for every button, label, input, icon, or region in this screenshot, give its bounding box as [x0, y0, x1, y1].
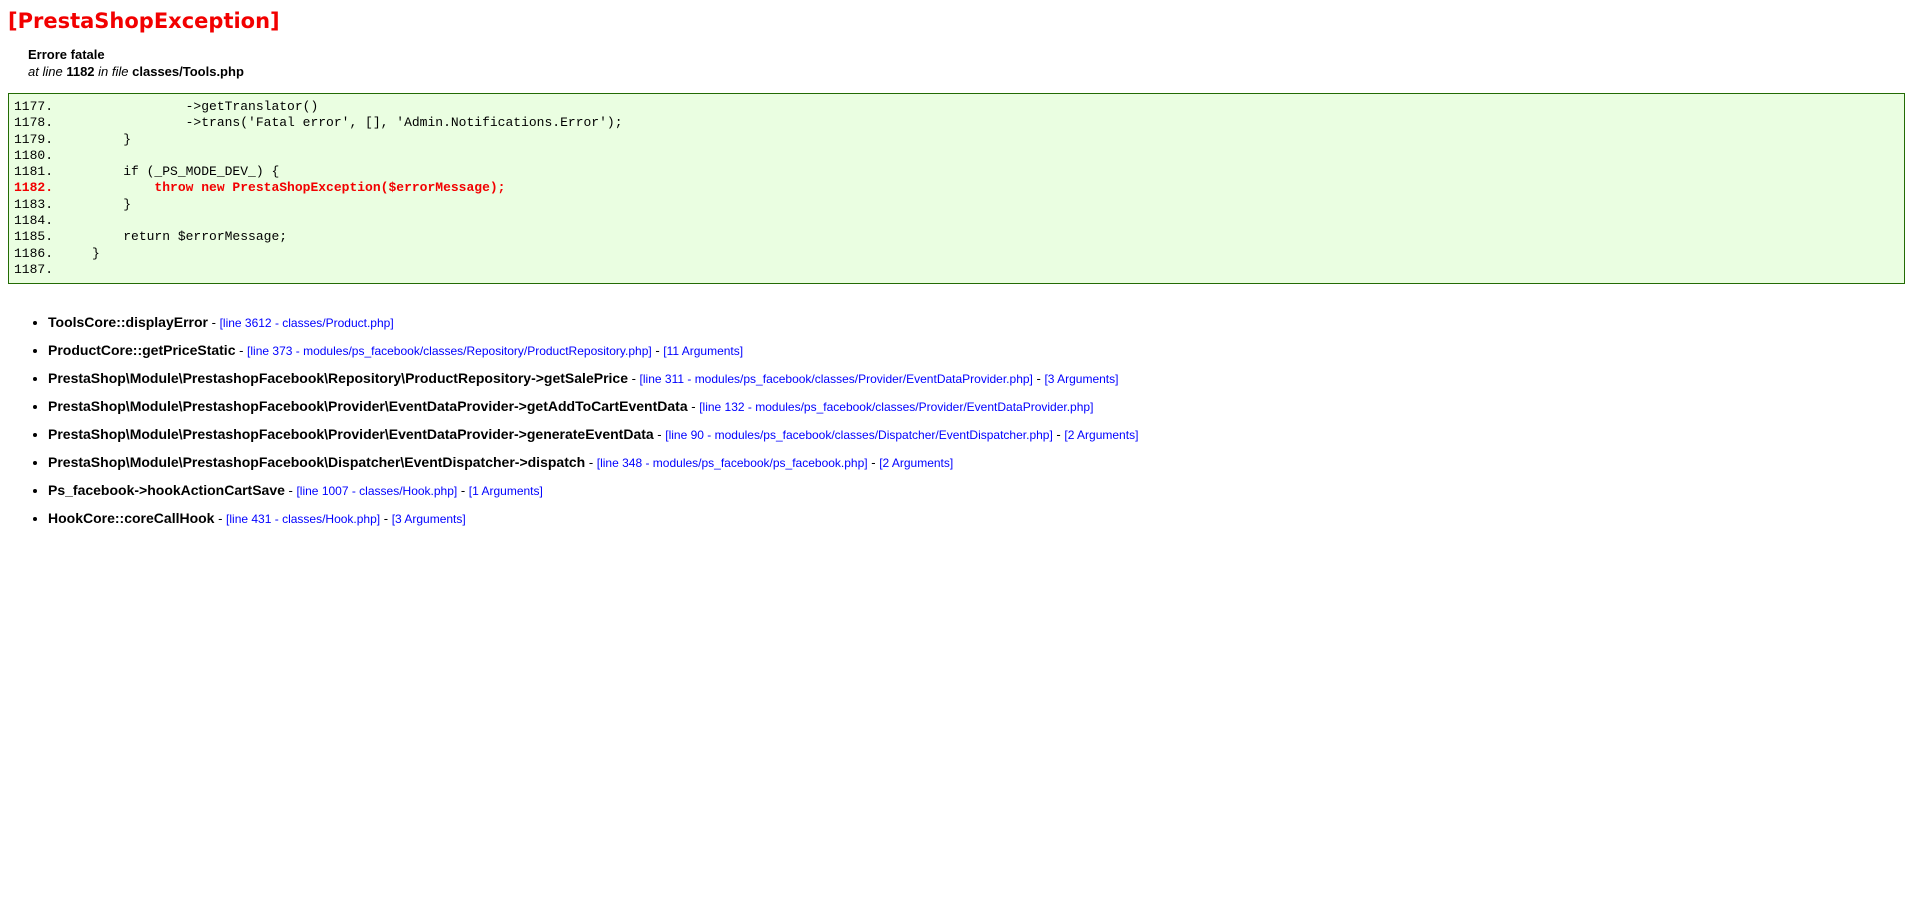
trace-function-name: Ps_facebook->hookActionCartSave [48, 482, 285, 499]
trace-function-name: ProductCore::getPriceStatic [48, 342, 236, 359]
code-line: 1185. return $errorMessage; [14, 229, 288, 245]
code-line-highlighted: 1182. throw new PrestaShopException($err… [14, 180, 506, 196]
separator: - [687, 399, 700, 415]
trace-file-link[interactable]: [line 90 - modules/ps_facebook/classes/D… [665, 428, 1053, 442]
separator: - [653, 427, 666, 443]
code-line: 1183. } [14, 196, 132, 212]
page-title: [PrestaShopException] [8, 9, 280, 33]
trace-args-link[interactable]: [3 Arguments] [1044, 372, 1118, 386]
separator: - [380, 511, 392, 527]
stack-trace-item: ToolsCore::displayError - [line 3612 - c… [48, 314, 1912, 332]
stack-trace-item: HookCore::coreCallHook - [line 431 - cla… [48, 510, 1912, 528]
trace-args-link[interactable]: [11 Arguments] [663, 344, 743, 358]
separator: - [585, 455, 597, 471]
separator: - [627, 371, 640, 387]
code-line: 1177. ->getTranslator() [14, 99, 319, 114]
separator: - [651, 343, 664, 359]
stack-trace-item: Ps_facebook->hookActionCartSave - [line … [48, 482, 1912, 500]
separator: - [867, 455, 880, 471]
stack-trace-item: PrestaShop\Module\PrestashopFacebook\Rep… [48, 370, 1912, 388]
trace-file-link[interactable]: [line 348 - modules/ps_facebook/ps_faceb… [597, 456, 868, 470]
at-line-label: at line [28, 64, 63, 79]
code-line: 1184. [14, 213, 54, 229]
stack-trace-item: PrestaShop\Module\PrestashopFacebook\Dis… [48, 454, 1912, 472]
code-line: 1187. [14, 261, 54, 277]
stack-trace-item: PrestaShop\Module\PrestashopFacebook\Pro… [48, 398, 1912, 416]
trace-function-name: PrestaShop\Module\PrestashopFacebook\Rep… [48, 370, 628, 387]
trace-file-link[interactable]: [line 1007 - classes/Hook.php] [296, 484, 457, 498]
trace-function-name: ToolsCore::displayError [48, 314, 208, 331]
trace-file-link[interactable]: [line 311 - modules/ps_facebook/classes/… [640, 372, 1033, 386]
code-line: 1179. } [14, 131, 132, 147]
separator: - [214, 511, 227, 527]
trace-function-name: PrestaShop\Module\PrestashopFacebook\Pro… [48, 426, 654, 443]
separator: - [284, 483, 297, 499]
error-message: Errore fatale [28, 47, 105, 62]
stack-trace-item: ProductCore::getPriceStatic - [line 373 … [48, 342, 1912, 360]
in-file-label: in file [98, 64, 129, 79]
error-file-path: classes/Tools.php [132, 64, 244, 79]
trace-args-link[interactable]: [1 Arguments] [469, 484, 543, 498]
trace-args-link[interactable]: [2 Arguments] [1064, 428, 1138, 442]
trace-file-link[interactable]: [line 373 - modules/ps_facebook/classes/… [247, 344, 652, 358]
code-excerpt: 1177. ->getTranslator() 1178. ->trans('F… [8, 93, 1905, 285]
exception-page: [PrestaShopException] Errore fatale at li… [8, 8, 1912, 528]
separator: - [457, 483, 469, 499]
separator: - [1032, 371, 1045, 387]
error-summary: Errore fatale at line 1182 in file classe… [8, 46, 1912, 80]
code-line: 1178. ->trans('Fatal error', [], 'Admin.… [14, 115, 623, 131]
error-line-number: 1182 [66, 64, 95, 79]
code-line: 1181. if (_PS_MODE_DEV_) { [14, 164, 280, 180]
code-line: 1186. } [14, 245, 100, 261]
trace-file-link[interactable]: [line 431 - classes/Hook.php] [226, 512, 380, 526]
trace-function-name: PrestaShop\Module\PrestashopFacebook\Pro… [48, 398, 688, 415]
stack-trace-item: PrestaShop\Module\PrestashopFacebook\Pro… [48, 426, 1912, 444]
separator: - [208, 315, 220, 331]
trace-args-link[interactable]: [3 Arguments] [392, 512, 466, 526]
trace-args-link[interactable]: [2 Arguments] [879, 456, 953, 470]
trace-file-link[interactable]: [line 132 - modules/ps_facebook/classes/… [699, 400, 1093, 414]
separator: - [1052, 427, 1065, 443]
trace-function-name: HookCore::coreCallHook [48, 510, 215, 527]
trace-file-link[interactable]: [line 3612 - classes/Product.php] [220, 316, 394, 330]
code-line: 1180. [14, 147, 54, 163]
separator: - [235, 343, 248, 359]
stack-trace-list: ToolsCore::displayError - [line 3612 - c… [8, 314, 1912, 528]
trace-function-name: PrestaShop\Module\PrestashopFacebook\Dis… [48, 454, 586, 471]
